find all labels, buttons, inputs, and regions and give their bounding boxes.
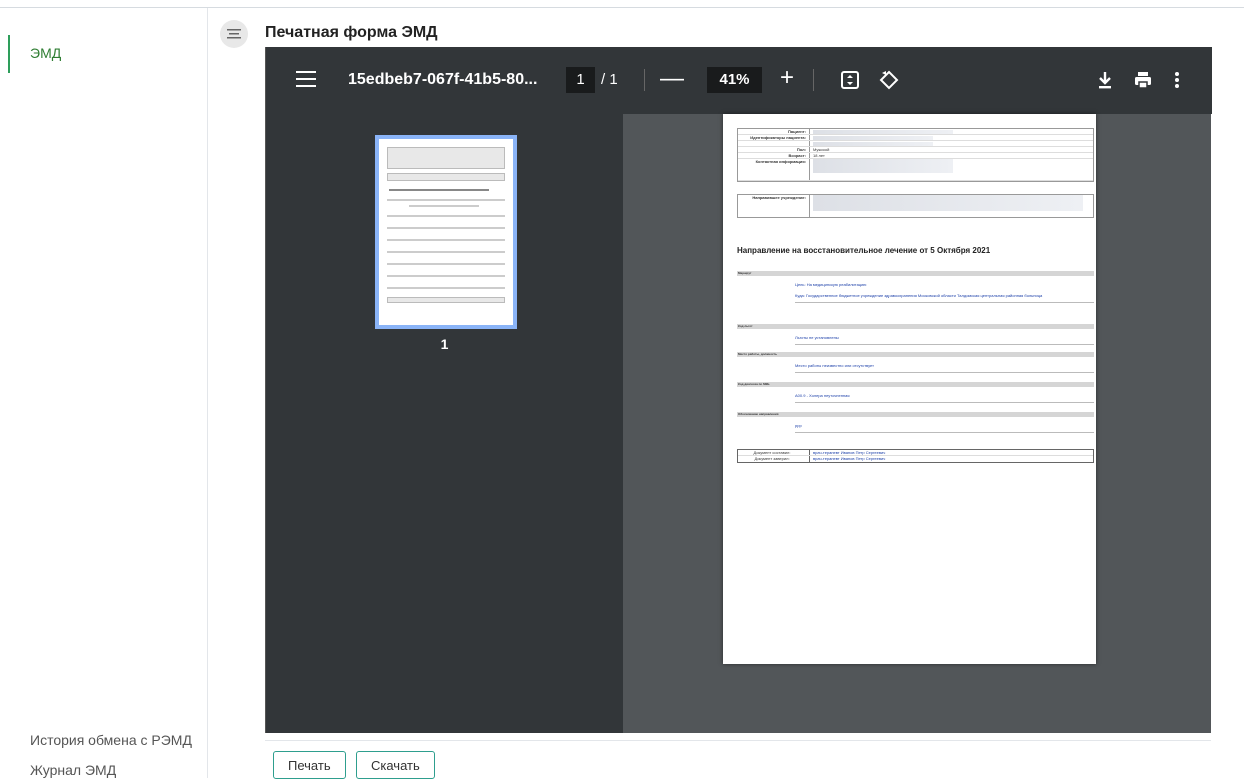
- document-section: Маршрут Цель: На медицинскую реабилитаци…: [737, 271, 1094, 303]
- fit-page-icon[interactable]: [839, 69, 861, 91]
- sidebar-item-label: ЭМД: [30, 45, 62, 61]
- toolbar-divider: [644, 69, 645, 91]
- thumbnail-page-number: 1: [440, 336, 449, 352]
- sidebar-item-emd-journal[interactable]: Журнал ЭМД: [30, 762, 116, 778]
- pdf-viewer: 15edbeb7-067f-41b5-80... 1 / 1 — 41% + 1…: [265, 47, 1212, 733]
- download-button[interactable]: Скачать: [356, 751, 435, 779]
- more-options-icon[interactable]: [1166, 69, 1188, 91]
- sidebar: ЭМД История обмена с РЭМД Журнал ЭМД: [0, 8, 208, 778]
- zoom-in-button[interactable]: +: [780, 64, 794, 92]
- page-thumbnail[interactable]: [375, 135, 517, 329]
- print-icon[interactable]: [1132, 69, 1154, 91]
- document-section: Место работы, должность Место работы неи…: [737, 352, 1094, 373]
- menu-icon: [227, 29, 241, 39]
- toolbar-divider: [813, 69, 814, 91]
- document-section: Код диагноза по МКБ A00.9 - Холера неуто…: [737, 382, 1094, 403]
- zoom-input[interactable]: 41%: [707, 67, 762, 93]
- document-section: Обоснование направления ррр: [737, 412, 1094, 433]
- file-name: 15edbeb7-067f-41b5-80...: [348, 71, 538, 88]
- table-row: Направившее учреждение:: [738, 195, 1093, 217]
- collapse-menu-button[interactable]: [220, 20, 248, 48]
- table-row: Контактная информация:: [738, 159, 1093, 181]
- institution-table: Направившее учреждение:: [737, 194, 1094, 218]
- download-icon[interactable]: [1094, 69, 1116, 91]
- zoom-out-button[interactable]: —: [660, 67, 684, 91]
- patient-info-table: Пациент: Идентификаторы пациента: Пол: Му…: [737, 128, 1094, 182]
- footer-divider: [265, 740, 1211, 741]
- sidebar-toggle-icon[interactable]: [296, 71, 316, 87]
- document-page: Пациент: Идентификаторы пациента: Пол: Му…: [723, 114, 1096, 664]
- page-title: Печатная форма ЭМД: [265, 24, 438, 41]
- sidebar-item-remd-history[interactable]: История обмена с РЭМД: [30, 732, 192, 748]
- document-section: Код льгот Льготы не установлены: [737, 324, 1094, 345]
- active-indicator: [8, 35, 10, 73]
- page-total: / 1: [601, 71, 618, 88]
- pdf-toolbar: 15edbeb7-067f-41b5-80... 1 / 1 — 41% +: [266, 47, 1212, 114]
- table-row: Документ заверил: врач-терапевт Иванов Пе…: [738, 456, 1093, 462]
- sidebar-item-emd[interactable]: ЭМД: [8, 35, 188, 73]
- document-heading: Направление на восстановительное лечение…: [737, 246, 991, 255]
- signature-table: Документ составил: врач-терапевт Иванов П…: [737, 449, 1094, 463]
- page-number-input[interactable]: 1: [566, 67, 595, 93]
- thumbnail-pane: 1: [266, 114, 623, 733]
- print-button[interactable]: Печать: [273, 751, 346, 779]
- rotate-icon[interactable]: [878, 69, 900, 91]
